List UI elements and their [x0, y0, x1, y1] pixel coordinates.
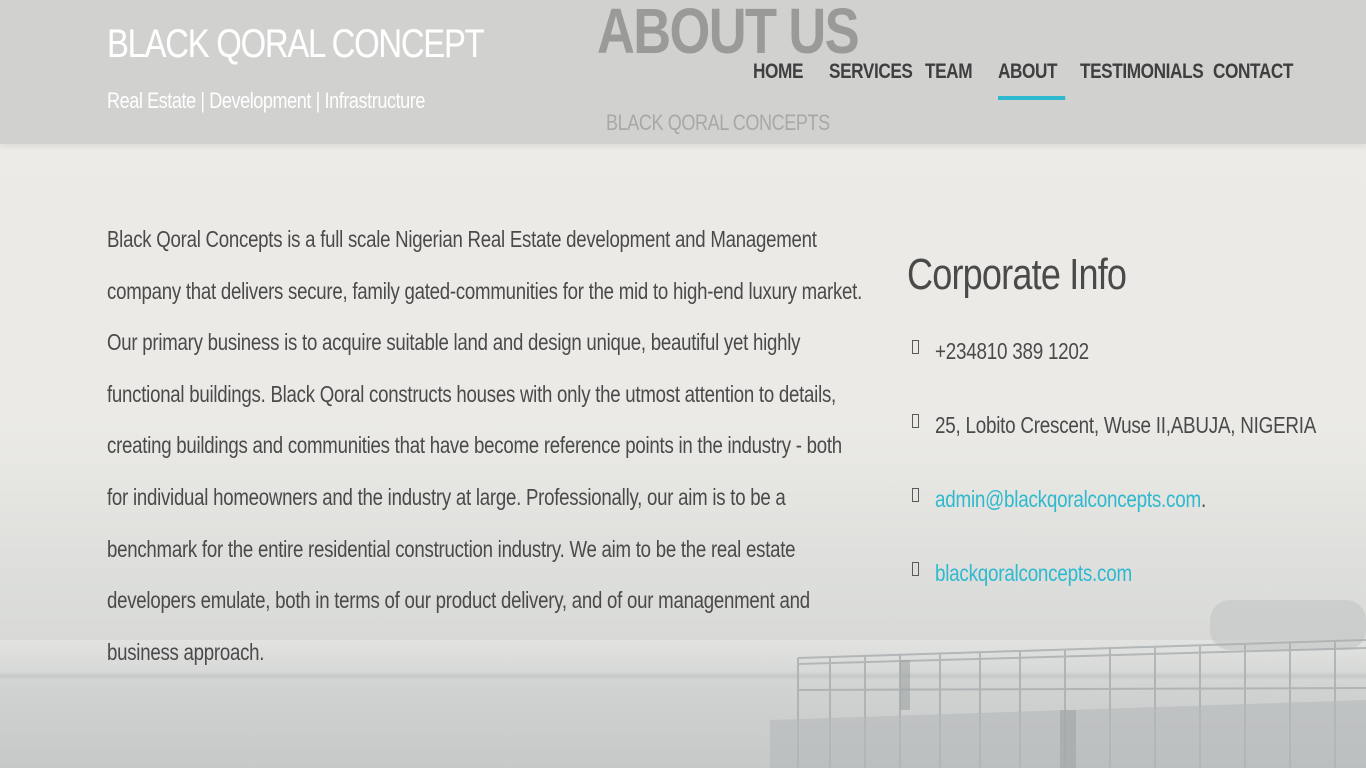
- nav-slot-about: ABOUT: [998, 60, 1080, 100]
- page-title: ABOUT US: [597, 0, 860, 67]
- site-header: BLACK QORAL CONCEPT Real Estate | Develo…: [0, 0, 1366, 144]
- website-link[interactable]: blackqoralconcepts.com: [935, 560, 1132, 586]
- email-line: admin@blackqoralconcepts.com.: [935, 486, 1206, 513]
- nav-slot-testimonials: TESTIMONIALS: [1080, 60, 1213, 100]
- website-line: blackqoralconcepts.com: [935, 560, 1132, 587]
- main-nav: HOME SERVICES TEAM ABOUT TESTIMONIALS CO…: [753, 60, 1293, 100]
- address-text: 25, Lobito Crescent, Wuse II,ABUJA, NIGE…: [935, 412, 1317, 438]
- nav-item-team[interactable]: TEAM: [925, 60, 985, 100]
- nav-item-testimonials[interactable]: TESTIMONIALS: [1080, 60, 1204, 100]
- nav-item-home[interactable]: HOME: [753, 60, 815, 100]
- nav-item-services[interactable]: SERVICES: [829, 60, 913, 100]
- brand-title[interactable]: BLACK QORAL CONCEPT: [107, 22, 485, 67]
- nav-slot-team: TEAM: [925, 60, 998, 100]
- phone-icon: [912, 340, 919, 354]
- email-link[interactable]: admin@blackqoralconcepts.com: [935, 486, 1201, 512]
- corporate-info-heading: Corporate Info: [907, 250, 1127, 299]
- email-suffix: .: [1200, 486, 1206, 512]
- nav-item-contact[interactable]: CONTACT: [1213, 60, 1293, 100]
- nav-slot-services: SERVICES: [829, 60, 925, 100]
- globe-icon: [912, 562, 919, 576]
- phone-number: +234810 389 1202: [935, 338, 1089, 364]
- mail-icon: [912, 488, 919, 502]
- nav-item-about[interactable]: ABOUT: [998, 60, 1066, 100]
- nav-slot-contact: CONTACT: [1213, 60, 1293, 100]
- brand-tagline: Real Estate | Development | Infrastructu…: [107, 88, 426, 113]
- page-subtitle: BLACK QORAL CONCEPTS: [606, 110, 830, 135]
- about-paragraph: Black Qoral Concepts is a full scale Nig…: [107, 226, 863, 665]
- location-icon: [912, 414, 919, 428]
- nav-slot-home: HOME: [753, 60, 829, 100]
